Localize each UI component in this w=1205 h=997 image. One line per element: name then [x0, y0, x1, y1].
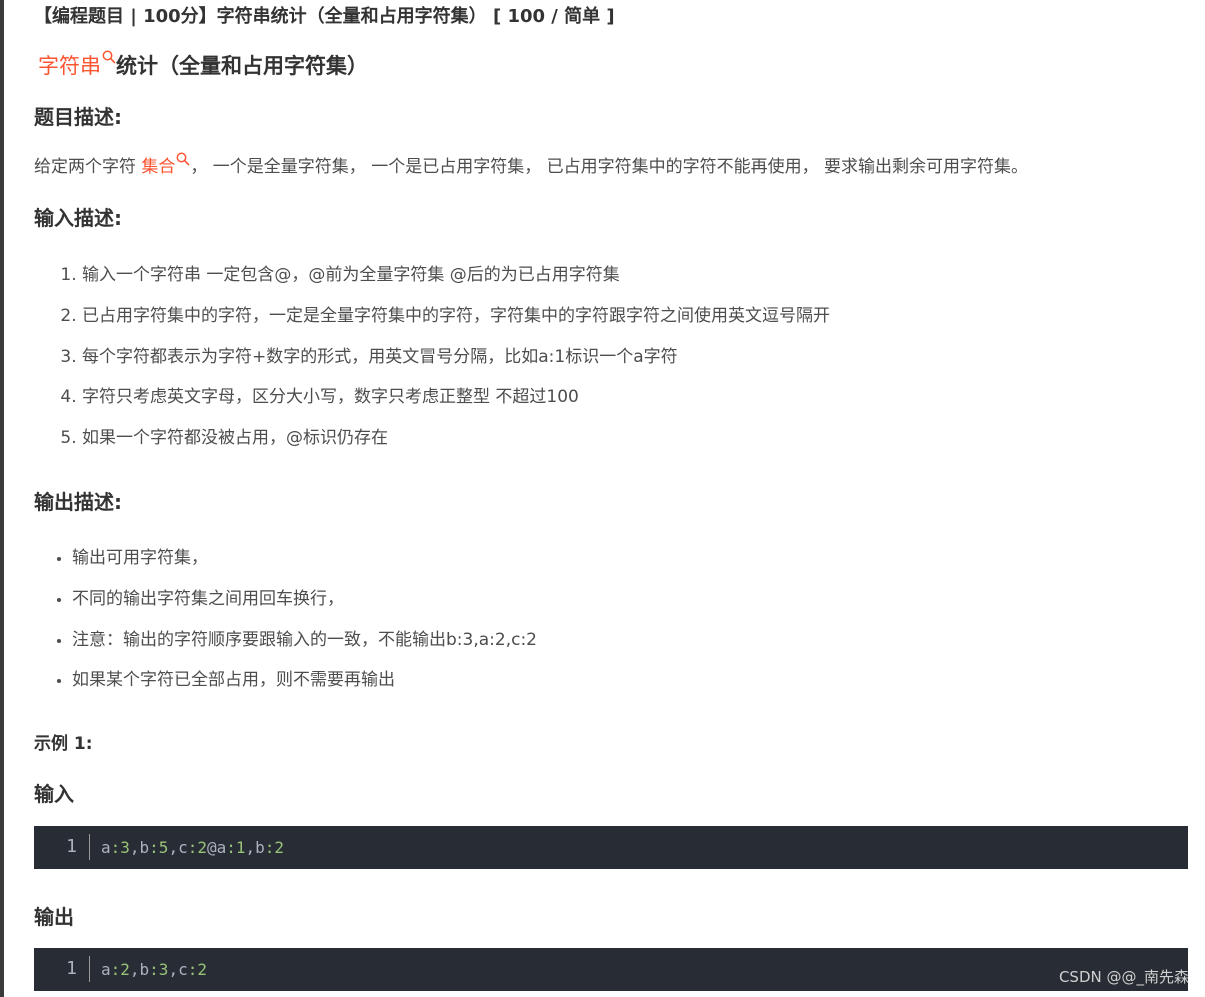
- keyword-link-label: 集合: [141, 157, 176, 177]
- code-token: @a: [206, 838, 227, 857]
- input-description-list: 输入一个字符串 一定包含@，@前为全量字符集 @后的为已占用字符集 已占用字符集…: [34, 262, 830, 466]
- code-token: :2: [187, 838, 207, 857]
- section-heading-description: 题目描述:: [34, 105, 122, 129]
- list-item: 如果一个字符都没被占用，@标识仍存在: [82, 425, 830, 466]
- section-heading-input: 输入描述:: [34, 206, 122, 230]
- keyword-link-label: 字符串: [38, 54, 101, 78]
- code-token: ,b: [129, 838, 150, 857]
- page-title: 【编程题目 | 100分】字符串统计（全量和占用字符集） [ 100 / 简单 …: [34, 6, 615, 27]
- example-label: 示例 1:: [34, 734, 93, 754]
- code-block-input[interactable]: 1 a:3,b:5,c:2@a:1,b:2: [34, 826, 1188, 869]
- list-item: 如果某个字符已全部占用，则不需要再输出: [72, 667, 537, 708]
- desc-text-before: 给定两个字符: [34, 157, 136, 177]
- code-token: a: [101, 838, 111, 857]
- code-token: ,c: [168, 838, 188, 857]
- list-item: 字符只考虑英文字母，区分大小写，数字只考虑正整型 不超过100: [82, 384, 830, 425]
- list-item: 不同的输出字符集之间用回车换行，: [72, 586, 537, 627]
- description-paragraph: 给定两个字符 集合 ， 一个是全量字符集， 一个是已占用字符集， 已占用字符集中的…: [34, 152, 1028, 177]
- desc-text-after: ， 一个是全量字符集， 一个是已占用字符集， 已占用字符集中的字符不能再使用， …: [190, 157, 1029, 177]
- left-edge-bar: [0, 0, 4, 997]
- list-item: 已占用字符集中的字符，一定是全量字符集中的字符，字符集中的字符跟字符之间使用英文…: [82, 303, 830, 344]
- list-item: 每个字符都表示为字符+数字的形式，用英文冒号分隔，比如a:1标识一个a字符: [82, 344, 830, 385]
- code-token: ,c: [168, 960, 188, 979]
- list-item: 注意：输出的字符顺序要跟输入的一致，不能输出b:3,a:2,c:2: [72, 627, 537, 668]
- watermark-text: CSDN @@_南先森: [1058, 968, 1189, 986]
- section-heading-output: 输出描述:: [34, 490, 122, 514]
- article-heading: 字符串 统计（全量和占用字符集）: [38, 50, 368, 80]
- line-number: 1: [34, 956, 90, 982]
- code-token: :2: [110, 960, 130, 979]
- code-token: a: [101, 960, 111, 979]
- code-line[interactable]: a:3,b:5,c:2@a:1,b:2: [101, 826, 284, 869]
- list-item: 输出可用字符集，: [72, 545, 537, 586]
- code-token: ,b: [245, 838, 265, 857]
- code-token: :3: [149, 960, 169, 979]
- keyword-link-string[interactable]: 字符串: [38, 50, 116, 78]
- heading-text: 统计（全量和占用字符集）: [116, 54, 368, 78]
- code-token: ,b: [129, 960, 150, 979]
- keyword-link-set[interactable]: 集合: [141, 152, 190, 177]
- code-line[interactable]: a:2,b:3,c:2: [101, 948, 207, 991]
- code-block-output[interactable]: 1 a:2,b:3,c:2: [34, 948, 1188, 991]
- code-token: :3: [110, 838, 130, 857]
- code-token: :5: [149, 838, 169, 857]
- example-output-heading: 输出: [34, 905, 74, 929]
- search-icon: [176, 152, 190, 166]
- search-icon: [102, 50, 116, 64]
- code-token: :2: [187, 960, 207, 979]
- code-token: :1: [226, 838, 246, 857]
- code-token: :2: [264, 838, 285, 857]
- line-number: 1: [34, 834, 90, 860]
- output-description-list: 输出可用字符集， 不同的输出字符集之间用回车换行， 注意：输出的字符顺序要跟输入…: [34, 545, 537, 708]
- example-input-heading: 输入: [34, 782, 74, 806]
- list-item: 输入一个字符串 一定包含@，@前为全量字符集 @后的为已占用字符集: [82, 262, 830, 303]
